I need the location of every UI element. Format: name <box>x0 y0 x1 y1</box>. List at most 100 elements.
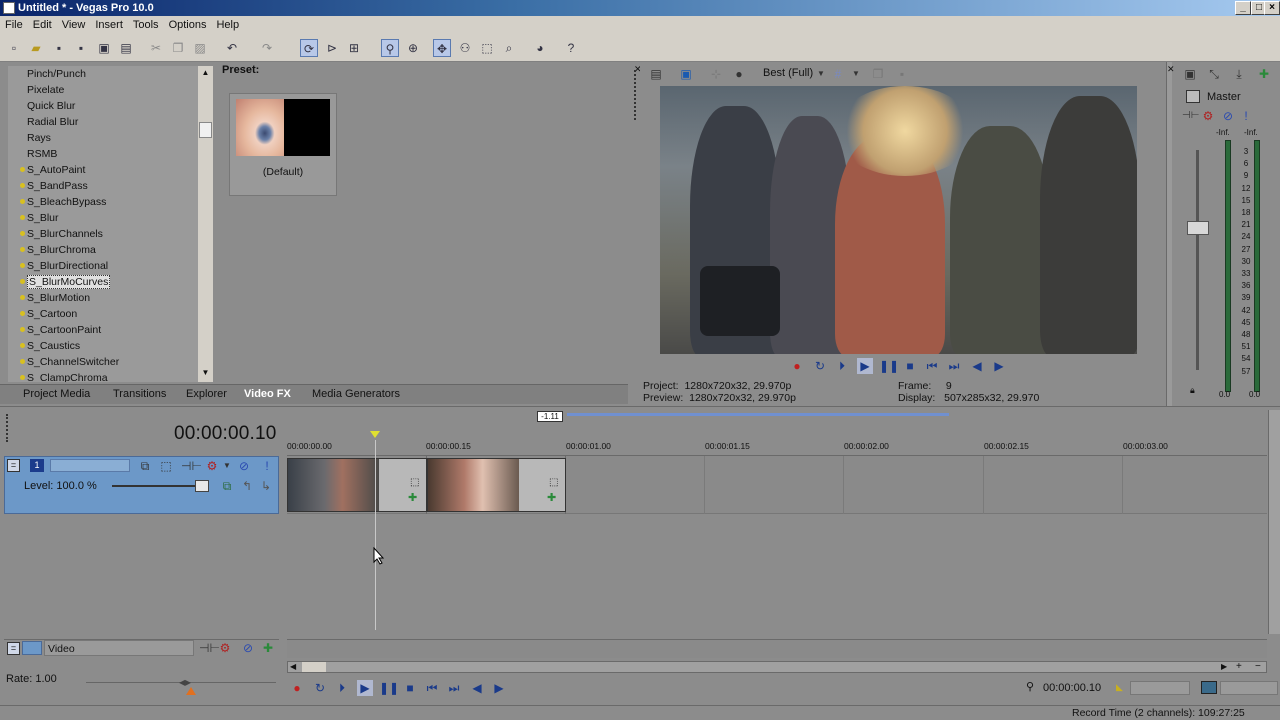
fx-item[interactable]: S_BlurDirectional <box>8 258 198 274</box>
track-name-field[interactable] <box>50 459 130 472</box>
solo-icon[interactable]: ! <box>1238 108 1254 124</box>
master-fader-handle[interactable] <box>1187 221 1209 235</box>
play-icon[interactable]: ▶ <box>357 680 373 696</box>
track-level-slider[interactable] <box>112 485 207 487</box>
composite-mode-icon[interactable]: ⧉ <box>137 458 153 474</box>
tab-transitions[interactable]: Transitions <box>113 388 166 400</box>
copy-snapshot-icon[interactable]: ❐ <box>870 66 886 82</box>
timeline-empty-area[interactable] <box>287 515 1267 633</box>
go-to-end-icon[interactable]: ⏭ <box>446 680 462 696</box>
time-ruler[interactable]: 00:00:00.00 00:00:00.15 00:00:01.00 00:0… <box>287 438 1267 456</box>
play-from-start-icon[interactable]: ⏵ <box>834 358 850 374</box>
auto-ripple-icon[interactable]: ⟳ <box>300 39 318 57</box>
tab-video-fx[interactable]: Video FX <box>244 388 291 400</box>
menu-options[interactable]: Options <box>164 16 212 34</box>
go-to-start-icon[interactable]: ⏮ <box>424 680 440 696</box>
next-frame-icon[interactable]: ▶ <box>991 358 1007 374</box>
menu-view[interactable]: View <box>57 16 91 34</box>
stop-icon[interactable]: ■ <box>402 680 418 696</box>
scroll-down-icon[interactable]: ▼ <box>200 368 211 379</box>
mute-icon[interactable]: ⊘ <box>236 458 252 474</box>
bus-fx-gear-icon[interactable]: ⚙ <box>217 640 233 656</box>
fx-item[interactable]: Pinch/Punch <box>8 66 198 82</box>
fx-item[interactable]: Radial Blur <box>8 114 198 130</box>
loop-region-bar[interactable] <box>567 413 949 416</box>
online-icon[interactable]: ◕ <box>531 39 549 57</box>
video-clip[interactable]: ⬚ ✚ <box>287 458 427 512</box>
fx-gear-icon[interactable]: ⚙ <box>1200 108 1216 124</box>
fx-item[interactable]: S_BandPass <box>8 178 198 194</box>
split-screen-icon[interactable]: ⊹ <box>708 66 724 82</box>
lock-icon[interactable]: 🔒︎ <box>1190 385 1195 396</box>
dim-output-icon[interactable]: ⤓ <box>1231 66 1247 82</box>
save-icon[interactable]: ▪ <box>50 39 68 57</box>
make-compositing-parent-icon[interactable]: ↰ <box>239 478 255 494</box>
stop-icon[interactable]: ■ <box>902 358 918 374</box>
open-folder-icon[interactable]: ▰ <box>27 39 45 57</box>
close-master-icon[interactable]: ✕ <box>1167 64 1175 75</box>
scroll-right-icon[interactable]: ▶ <box>1221 662 1227 671</box>
track-fx-gear-icon[interactable]: ⚙ <box>204 458 220 474</box>
save-as-icon[interactable]: ▪ <box>72 39 90 57</box>
play-icon[interactable]: ▶ <box>857 358 873 374</box>
fx-item[interactable]: S_ChannelSwitcher <box>8 354 198 370</box>
envelope-tool-icon[interactable]: ⚇ <box>456 39 474 57</box>
solo-icon[interactable]: ! <box>259 458 275 474</box>
go-to-start-icon[interactable]: ⏮ <box>924 358 940 374</box>
render-icon[interactable]: ▣ <box>95 39 113 57</box>
save-snapshot-icon[interactable]: ▪ <box>894 66 910 82</box>
tab-explorer[interactable]: Explorer <box>186 388 227 400</box>
zoom-in-icon[interactable]: + <box>1236 661 1242 672</box>
zoom-out-icon[interactable]: − <box>1255 661 1261 672</box>
auto-crossfade-icon[interactable]: ⊞ <box>345 39 363 57</box>
menu-tools[interactable]: Tools <box>128 16 164 34</box>
preview-quality-dropdown[interactable]: Best (Full) <box>763 67 813 79</box>
preview-mode-icon[interactable]: ● <box>731 66 747 82</box>
preview-properties-icon[interactable]: ▤ <box>648 66 664 82</box>
video-clip[interactable]: ⬚ ✚ <box>427 458 566 512</box>
fx-item[interactable]: S_Blur <box>8 210 198 226</box>
event-pan-crop-icon[interactable]: ⬚ <box>549 477 558 488</box>
scroll-thumb[interactable] <box>199 122 212 138</box>
copy-icon[interactable]: ❐ <box>169 39 187 57</box>
mute-icon[interactable]: ⊘ <box>240 640 256 656</box>
external-monitor-icon[interactable]: ▣ <box>678 66 694 82</box>
fx-item[interactable]: RSMB <box>8 146 198 162</box>
loop-icon[interactable]: ↻ <box>812 358 828 374</box>
bus-collapse-icon[interactable]: = <box>7 642 20 655</box>
scroll-up-icon[interactable]: ▲ <box>200 68 211 79</box>
bypass-motion-blur-icon[interactable]: ⧉ <box>219 478 235 494</box>
fx-item[interactable]: S_BlurChannels <box>8 226 198 242</box>
paste-icon[interactable]: ▨ <box>191 39 209 57</box>
play-from-start-icon[interactable]: ⏵ <box>334 680 350 696</box>
chevron-down-icon[interactable]: ▼ <box>813 66 829 82</box>
fx-item-selected[interactable]: S_BlurMoCurves <box>8 274 198 290</box>
record-icon[interactable]: ● <box>789 358 805 374</box>
pause-icon[interactable]: ❚❚ <box>879 358 899 374</box>
playhead-marker[interactable] <box>370 431 380 438</box>
timeline-horizontal-scrollbar[interactable] <box>287 661 1267 673</box>
add-bus-icon[interactable]: ✚ <box>1256 66 1272 82</box>
insert-fx-icon[interactable]: ⊣⊢ <box>181 458 202 474</box>
mixer-properties-icon[interactable]: ▣ <box>1182 66 1198 82</box>
dock-grip[interactable] <box>634 70 638 120</box>
menu-edit[interactable]: Edit <box>28 16 57 34</box>
cursor-timecode[interactable]: 00:00:00.10 <box>1043 682 1101 694</box>
close-button[interactable]: × <box>1264 1 1280 15</box>
fx-item[interactable]: S_BleachBypass <box>8 194 198 210</box>
selection-tool-icon[interactable]: ⬚ <box>478 39 496 57</box>
mute-icon[interactable]: ⊘ <box>1220 108 1236 124</box>
track-collapse-icon[interactable]: = <box>7 459 20 472</box>
horizontal-scroll-thumb[interactable] <box>302 662 326 672</box>
loop-icon[interactable]: ↻ <box>312 680 328 696</box>
new-file-icon[interactable]: ▫ <box>5 39 23 57</box>
scroll-left-icon[interactable]: ◀ <box>290 662 296 671</box>
properties-icon[interactable]: ▤ <box>117 39 135 57</box>
chevron-down-icon[interactable]: ▼ <box>848 66 864 82</box>
event-fx-icon[interactable]: ✚ <box>408 491 417 504</box>
fx-item[interactable]: S_CartoonPaint <box>8 322 198 338</box>
downmix-icon[interactable]: ⤡ <box>1206 66 1222 82</box>
fx-item[interactable]: S_Cartoon <box>8 306 198 322</box>
event-fx-icon[interactable]: ✚ <box>547 491 556 504</box>
insert-fx-icon[interactable]: ⊣⊢ <box>199 640 220 656</box>
